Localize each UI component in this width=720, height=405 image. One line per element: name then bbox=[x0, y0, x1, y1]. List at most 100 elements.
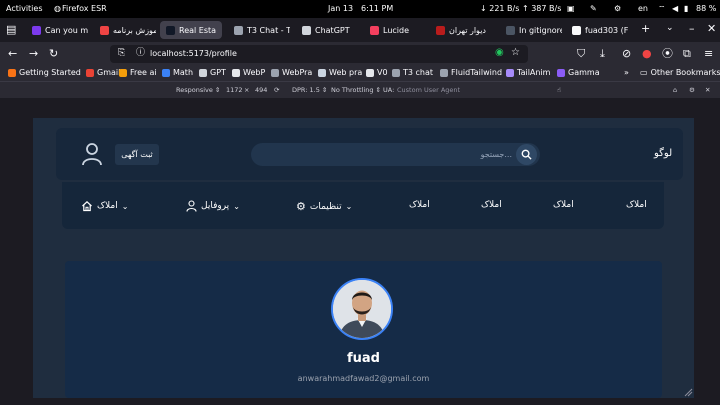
bookmark-item[interactable]: Gamma bbox=[557, 68, 600, 77]
bookmark-item[interactable]: T3 chat bbox=[392, 68, 433, 77]
menu-profile-dropdown[interactable]: پروفایل ⌄ bbox=[186, 200, 240, 212]
close-rdm-icon[interactable]: ✕ bbox=[705, 86, 710, 94]
folder-icon: ▭ bbox=[640, 68, 648, 77]
close-window-icon[interactable]: ✕ bbox=[707, 23, 716, 34]
user-agent-input[interactable]: Custom User Agent bbox=[397, 86, 460, 94]
url-bar[interactable]: ⎘ ⓘ localhost:5173/profile ◉ ☆ bbox=[110, 45, 528, 63]
clipboard-icon[interactable]: ▣ bbox=[567, 4, 575, 13]
bookmark-label: T3 chat bbox=[403, 68, 434, 77]
bookmark-favicon-icon bbox=[506, 68, 514, 77]
menu-item-properties[interactable]: املاک bbox=[481, 200, 502, 210]
url-text[interactable]: localhost:5173/profile bbox=[150, 49, 237, 58]
menu-item-properties[interactable]: املاک bbox=[553, 200, 574, 210]
screenshot-icon[interactable]: ⌂ bbox=[673, 86, 677, 94]
search-input[interactable] bbox=[251, 143, 516, 166]
menu-label: پروفایل bbox=[201, 201, 230, 211]
bookmark-favicon-icon bbox=[440, 68, 448, 77]
reload-icon[interactable]: ↻ bbox=[49, 48, 58, 59]
tab-favicon-icon bbox=[302, 25, 311, 35]
forward-icon[interactable]: → bbox=[29, 48, 38, 59]
menu-item-properties[interactable]: املاک bbox=[626, 200, 647, 210]
clock[interactable]: 6:11 PM bbox=[361, 4, 393, 13]
settings-icon[interactable]: ⚙ bbox=[689, 86, 695, 94]
tab-favicon-icon bbox=[100, 25, 109, 35]
touch-simulation-icon[interactable]: ☝ bbox=[557, 86, 561, 94]
bookmark-label: WebP bbox=[243, 68, 266, 77]
bookmark-label: Getting Started bbox=[19, 68, 81, 77]
bookmark-item[interactable]: GPT bbox=[199, 68, 226, 77]
bookmark-item[interactable]: Gmail bbox=[86, 68, 120, 77]
app-menu[interactable]: Firefox ESR bbox=[62, 4, 107, 13]
tab-label: fuad303 (Fu bbox=[585, 25, 628, 35]
browser-tab[interactable]: fuad303 (Fu bbox=[566, 21, 628, 39]
menu-properties-dropdown[interactable]: املاک ⌄ bbox=[81, 200, 128, 212]
browser-tab[interactable]: Real Esta bbox=[160, 21, 222, 39]
resize-handle[interactable] bbox=[683, 387, 693, 397]
date[interactable]: Jan 13 bbox=[328, 4, 353, 13]
extension-icon[interactable]: ◉ bbox=[495, 48, 504, 58]
bookmarks-overflow-icon[interactable]: » bbox=[624, 68, 629, 77]
bookmark-item[interactable]: Free ai bbox=[119, 68, 157, 77]
bookmark-item[interactable]: V0 bbox=[366, 68, 388, 77]
browser-tab[interactable]: Lucide bbox=[364, 21, 424, 39]
menu-item-properties[interactable]: املاک bbox=[409, 200, 430, 210]
gear-icon[interactable]: ⚙ bbox=[614, 4, 621, 13]
account-icon[interactable]: ⦿ bbox=[662, 48, 673, 59]
browser-tab[interactable]: In gitignore bbox=[500, 21, 562, 39]
dpr-selector[interactable]: DPR: 1.5 ⇕ bbox=[292, 86, 327, 94]
extensions-icon[interactable]: ⧉ bbox=[683, 48, 691, 59]
tab-list-chevron-icon[interactable]: ⌄ bbox=[666, 24, 674, 33]
lang-indicator[interactable]: en bbox=[638, 4, 648, 13]
tab-label: T3 Chat - Th bbox=[247, 25, 290, 35]
page-icon[interactable]: ⎘ bbox=[118, 49, 125, 58]
bookmark-favicon-icon bbox=[232, 68, 240, 77]
viewport-width-input[interactable]: 1172 bbox=[226, 86, 243, 94]
bookmark-label: WebPra bbox=[282, 68, 313, 77]
browser-tab[interactable]: T3 Chat - Th bbox=[228, 21, 290, 39]
info-icon[interactable]: ⓘ bbox=[136, 49, 145, 58]
brush-icon[interactable]: ✎ bbox=[590, 4, 597, 13]
viewport-height-input[interactable]: 494 bbox=[255, 86, 267, 94]
new-tab-button[interactable]: + bbox=[641, 23, 650, 34]
bookmark-item[interactable]: WebPra bbox=[271, 68, 312, 77]
extension-red-icon[interactable]: ● bbox=[642, 48, 652, 59]
back-icon[interactable]: ← bbox=[8, 48, 17, 59]
bookmark-favicon-icon bbox=[119, 68, 127, 77]
bookmark-star-icon[interactable]: ☆ bbox=[511, 48, 520, 58]
site-logo[interactable]: لوگو bbox=[654, 148, 672, 159]
rotate-icon[interactable]: ⟳ bbox=[274, 86, 279, 94]
profile-card: fuad anwarahmadfawad2@gmail.com bbox=[65, 261, 662, 398]
battery-level: 88 % bbox=[696, 4, 717, 13]
firefox-app-icon[interactable]: ◍ bbox=[54, 4, 61, 13]
activities-button[interactable]: Activities bbox=[6, 4, 43, 13]
bookmark-item[interactable]: Math bbox=[162, 68, 193, 77]
bookmark-item[interactable]: Getting Started bbox=[8, 68, 81, 77]
bookmark-item[interactable]: Web pra bbox=[318, 68, 362, 77]
app-menu-icon[interactable]: ≡ bbox=[704, 48, 713, 59]
browser-tab[interactable]: دیوار تهران bbox=[430, 21, 494, 39]
bookmark-favicon-icon bbox=[557, 68, 565, 77]
library-icon[interactable]: ⊘ bbox=[622, 48, 631, 59]
browser-tab[interactable]: آموزش برنامه bbox=[94, 21, 156, 39]
post-ad-button[interactable]: ثبت آگهی bbox=[115, 144, 159, 165]
browser-tab[interactable]: Can you m bbox=[26, 21, 88, 39]
downloads-icon[interactable]: ⤓ bbox=[600, 48, 605, 59]
browser-tab[interactable]: ChatGPT bbox=[296, 21, 358, 39]
tab-label: Can you m bbox=[45, 25, 88, 35]
throttling-selector[interactable]: No Throttling ⇕ bbox=[331, 86, 381, 94]
bookmark-favicon-icon bbox=[271, 68, 279, 77]
user-profile-icon[interactable] bbox=[82, 142, 102, 166]
site-header: ثبت آگهی لوگو bbox=[56, 128, 683, 180]
bookmark-item[interactable]: TailAnim bbox=[506, 68, 550, 77]
minimize-icon[interactable]: – bbox=[689, 23, 695, 34]
bookmark-item[interactable]: FluidTailwind bbox=[440, 68, 502, 77]
other-bookmarks[interactable]: ▭ Other Bookmarks bbox=[640, 68, 720, 77]
system-top-bar: Activities ◍ Firefox ESR Jan 13 6:11 PM … bbox=[0, 0, 720, 18]
menu-settings-dropdown[interactable]: ⚙ تنظیمات ⌄ bbox=[296, 200, 352, 213]
device-selector[interactable]: Responsive ⇕ bbox=[176, 86, 220, 94]
search-button[interactable] bbox=[516, 144, 537, 165]
avatar bbox=[331, 278, 393, 340]
bookmark-item[interactable]: WebP bbox=[232, 68, 265, 77]
tab-overview-icon[interactable]: ▤ bbox=[6, 24, 16, 35]
pocket-icon[interactable]: ⛉ bbox=[577, 48, 585, 59]
